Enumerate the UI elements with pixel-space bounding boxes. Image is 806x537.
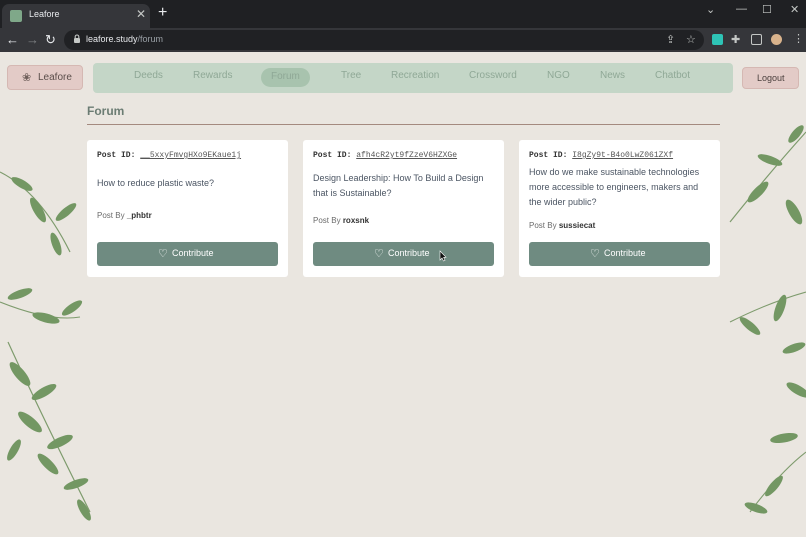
puzzle-extensions-icon[interactable]: ✚	[731, 33, 740, 46]
contribute-label: Contribute	[172, 248, 214, 258]
tab-search-icon[interactable]: ⌄	[706, 3, 715, 16]
post-question: How do we make sustainable technologies …	[529, 167, 700, 207]
post-id-value[interactable]: __5xxyFmvgHXo9EKaue1j	[140, 151, 241, 160]
nav-item-ngo[interactable]: NGO	[547, 70, 570, 81]
url-text: leafore.study/forum	[86, 34, 163, 44]
leafore-favicon-icon	[10, 10, 22, 22]
maximize-icon[interactable]: ☐	[762, 3, 772, 16]
post-author: Post By roxsnk	[313, 216, 369, 225]
contribute-label: Contribute	[388, 248, 430, 258]
post-id: Post ID: I8gZy9t-B4o0LwZ061ZXf	[529, 151, 673, 160]
new-tab-icon[interactable]: +	[158, 4, 167, 22]
post-card: Post ID: afh4cR2yt9fZzeV6HZXGe Design Le…	[303, 140, 504, 277]
post-id-label: Post ID:	[529, 151, 568, 160]
lock-icon	[74, 34, 80, 43]
more-menu-icon[interactable]: ⋮	[793, 32, 804, 45]
page-content: ❀ Leafore Deeds Rewards Forum Tree Recre…	[0, 52, 806, 537]
browser-toolbar: ← → ↻ leafore.study/forum ⇪ ☆ ✚ ⋮	[0, 28, 806, 52]
browser-tab[interactable]: Leafore ✕	[2, 4, 150, 28]
contribute-label: Contribute	[604, 248, 646, 258]
browser-tab-bar: Leafore ✕ + ⌄ — ☐ ✕	[0, 0, 806, 28]
main-nav: Deeds Rewards Forum Tree Recreation Cros…	[93, 63, 733, 93]
profile-avatar-icon[interactable]	[771, 34, 782, 45]
url-host: leafore.study	[86, 34, 138, 44]
post-question: How to reduce plastic waste?	[97, 178, 215, 188]
post-id-value[interactable]: I8gZy9t-B4o0LwZ061ZXf	[572, 151, 673, 160]
leafore-home-button[interactable]: ❀ Leafore	[7, 65, 83, 90]
mouse-cursor-icon	[439, 250, 447, 262]
post-author-name: sussiecat	[558, 221, 596, 230]
nav-item-crossword[interactable]: Crossword	[469, 70, 517, 81]
nav-item-forum[interactable]: Forum	[261, 68, 310, 87]
nav-item-recreation[interactable]: Recreation	[391, 70, 439, 81]
post-author-name: roxsnk	[342, 216, 370, 225]
lotus-icon: ❀	[22, 72, 32, 84]
address-bar[interactable]: leafore.study/forum ⇪ ☆	[64, 30, 704, 50]
heart-outline-icon: ♡	[590, 248, 600, 260]
contribute-button[interactable]: ♡ Contribute	[529, 242, 710, 266]
heart-outline-icon: ♡	[374, 248, 384, 260]
post-by-label: Post By	[97, 211, 125, 220]
post-id: Post ID: afh4cR2yt9fZzeV6HZXGe	[313, 151, 457, 160]
nav-item-news[interactable]: News	[600, 70, 625, 81]
nav-item-tree[interactable]: Tree	[341, 70, 361, 81]
post-card: Post ID: __5xxyFmvgHXo9EKaue1j How to re…	[87, 140, 288, 277]
post-author-name: _phbtr	[126, 211, 152, 220]
bookmark-star-icon[interactable]: ☆	[686, 33, 696, 46]
reload-icon[interactable]: ↻	[45, 32, 56, 48]
decorative-leaves-right	[729, 125, 806, 514]
tab-title: Leafore	[29, 9, 60, 19]
url-path: /forum	[137, 34, 164, 44]
post-by-label: Post By	[529, 221, 557, 230]
nav-item-chatbot[interactable]: Chatbot	[655, 70, 690, 81]
post-by-label: Post By	[313, 216, 341, 225]
logout-button[interactable]: Logout	[742, 67, 799, 89]
post-author: Post By sussiecat	[529, 221, 595, 230]
title-divider	[87, 124, 720, 125]
post-card: Post ID: I8gZy9t-B4o0LwZ061ZXf How do we…	[519, 140, 720, 277]
page-title: Forum	[87, 104, 125, 118]
post-id: Post ID: __5xxyFmvgHXo9EKaue1j	[97, 151, 241, 160]
close-window-icon[interactable]: ✕	[790, 3, 799, 16]
nav-item-forum-label: Forum	[271, 71, 300, 82]
post-author: Post By _phbtr	[97, 211, 152, 220]
post-id-label: Post ID:	[97, 151, 136, 160]
tab-close-icon[interactable]: ✕	[136, 7, 146, 21]
post-id-label: Post ID:	[313, 151, 352, 160]
post-id-value[interactable]: afh4cR2yt9fZzeV6HZXGe	[356, 151, 457, 160]
minimize-icon[interactable]: —	[736, 3, 747, 15]
side-panel-icon[interactable]	[751, 34, 762, 45]
contribute-button[interactable]: ♡ Contribute	[97, 242, 278, 266]
brand-label: Leafore	[38, 72, 72, 83]
back-icon[interactable]: ←	[6, 32, 19, 48]
nav-item-deeds[interactable]: Deeds	[134, 70, 163, 81]
heart-outline-icon: ♡	[158, 248, 168, 260]
logout-label: Logout	[757, 73, 785, 83]
extension-icon[interactable]	[712, 34, 723, 45]
nav-item-rewards[interactable]: Rewards	[193, 70, 232, 81]
contribute-button[interactable]: ♡ Contribute	[313, 242, 494, 266]
forward-icon[interactable]: →	[26, 32, 39, 48]
share-icon[interactable]: ⇪	[666, 33, 675, 46]
post-question: Design Leadership: How To Build a Design…	[313, 173, 484, 198]
